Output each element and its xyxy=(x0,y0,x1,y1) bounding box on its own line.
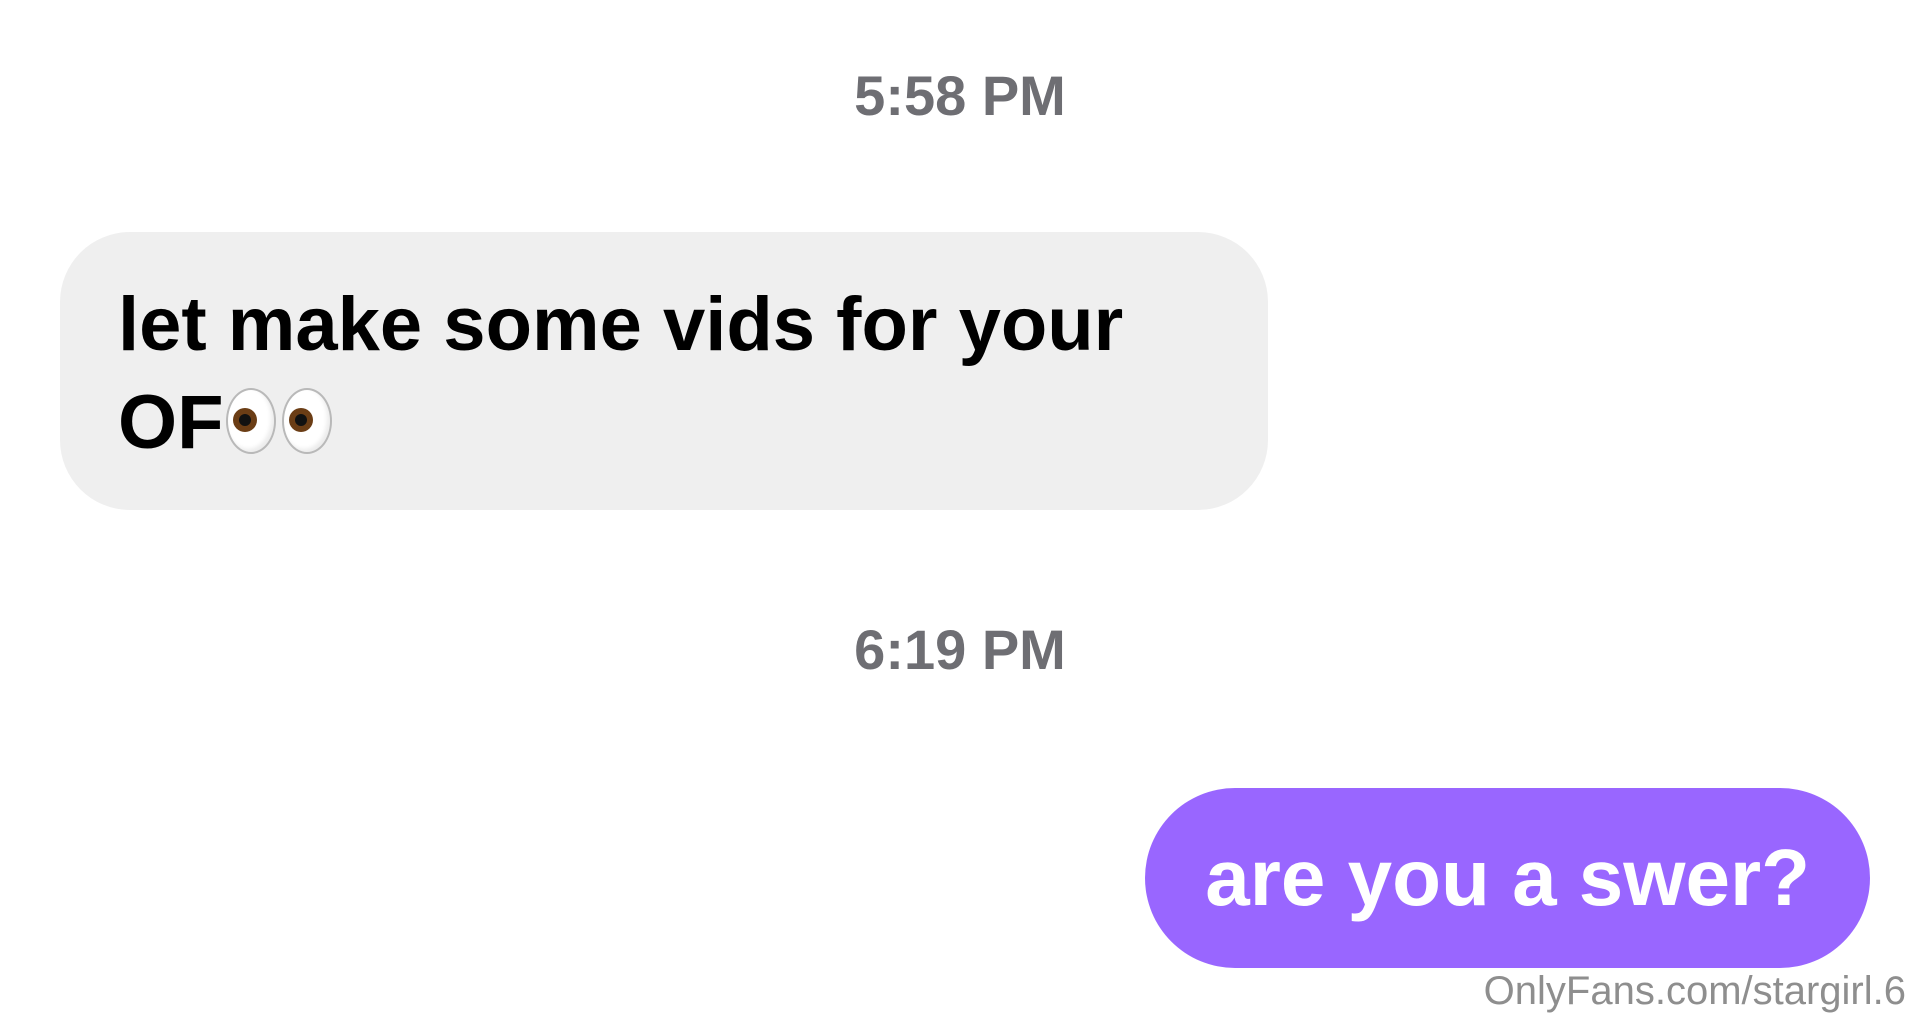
message-timestamp: 5:58 PM xyxy=(854,64,1066,127)
right-eye-icon xyxy=(281,388,332,454)
outgoing-message-bubble[interactable]: are you a swer? xyxy=(1145,788,1870,968)
incoming-message-content: let make some vids for your OF xyxy=(118,276,1210,472)
eyes-emoji-icon xyxy=(225,388,332,454)
left-eye-icon xyxy=(225,388,276,454)
message-timestamp: 6:19 PM xyxy=(854,618,1066,681)
watermark-text: OnlyFans.com/stargirl.6 xyxy=(1483,969,1906,1013)
outgoing-message-text: are you a swer? xyxy=(1205,833,1810,922)
incoming-message-bubble[interactable]: let make some vids for your OF xyxy=(60,232,1268,510)
